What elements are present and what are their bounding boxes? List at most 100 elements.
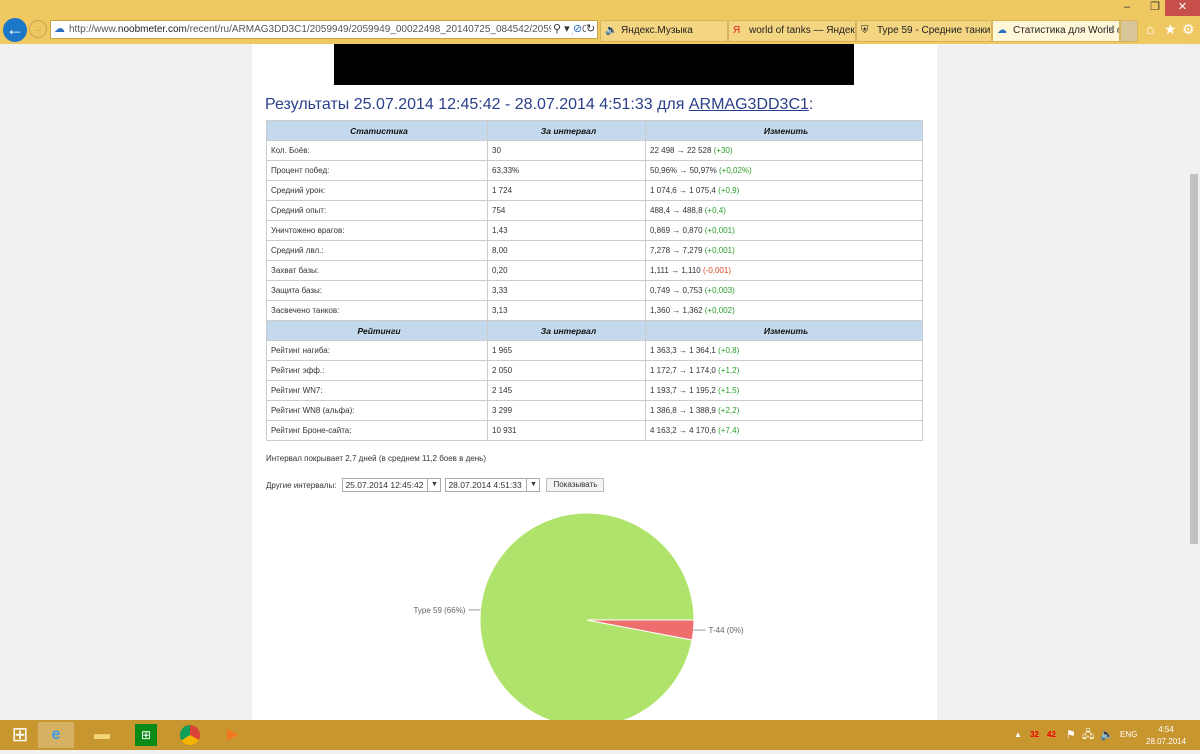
show-hidden-icons[interactable]: ▲ [1014,720,1022,750]
delta-value: (+0,02%) [718,166,752,175]
stat-label: Рейтинг эфф.: [266,360,488,381]
close-window-button[interactable]: ✕ [1165,0,1200,16]
to-value: 1 364,1 [689,346,716,355]
to-value: 1,362 [682,306,703,315]
change-cell: 1 074,6 → 1 075,4 (+0,9) [645,180,923,201]
delta-value: (+0,002) [704,306,735,315]
store-icon[interactable]: ⊞ [135,724,157,746]
player-link[interactable]: ARMAG3DD3C1 [689,96,809,113]
to-value: 50,97% [689,166,717,175]
stat-label: Рейтинг Броне-сайта: [266,420,488,441]
close-tab-icon[interactable]: ✕ [1108,21,1116,41]
stat-label: Рейтинг нагиба: [266,340,488,361]
table-header-row: Статистика За интервал Изменить [266,120,923,141]
change-cell: 1 193,7 → 1 195,2 (+1,5) [645,380,923,401]
arrow-icon: → [672,306,681,315]
table-row: Рейтинг нагиба: 1 965 1 363,3 → 1 364,1 (+… [266,340,923,361]
file-explorer-icon[interactable]: ▬ [84,722,120,748]
table-row: Средний урон: 1 724 1 074,6 → 1 075,4 (+0,… [266,180,923,201]
tab-label: Статистика для World o... [1013,25,1120,36]
stats-table: Статистика За интервал Изменить Кол. Боёв: 3… [266,120,923,441]
settings-gear-icon[interactable]: ⚙ [1182,21,1195,38]
address-bar[interactable]: ☁ http://www.noobmeter.com/recent/ru/ARM… [50,20,598,39]
favorites-star-icon[interactable]: ★ [1164,21,1177,38]
chevron-down-icon: ▼ [427,479,440,491]
delta-value: (+0,9) [718,186,740,195]
interval-value: 1,43 [487,220,646,241]
minimize-button[interactable]: – [1112,0,1142,16]
tray-counter-2[interactable]: 42 [1047,720,1056,750]
from-value: 0,749 [650,286,671,295]
network-icon[interactable]: 🖧 [1082,720,1094,750]
column-header: Изменить [645,320,923,341]
delta-value: (+0,001) [704,226,735,235]
noobmeter-icon: ☁ [997,25,1007,36]
table-row: Рейтинг WN8 (альфа): 3 299 1 386,8 → 1 388… [266,400,923,421]
media-player-icon[interactable]: ▶ [215,722,251,748]
page-title: Результаты 25.07.2014 12:45:42 - 28.07.2… [265,96,813,114]
change-cell: 488,4 → 488,8 (+0,4) [645,200,923,221]
internet-explorer-icon[interactable]: e [38,722,74,748]
from-value: 7,278 [650,246,671,255]
clock-date: 28.07.2014 [1146,737,1187,746]
to-date-select[interactable]: 28.07.2014 4:51:33 ▼ [445,478,541,492]
home-icon[interactable]: ⌂ [1146,21,1154,37]
interval-value: 3 299 [487,400,646,421]
to-date-value: 28.07.2014 4:51:33 [448,480,522,490]
table-row: Кол. Боёв: 30 22 498 → 22 528 (+30) [266,140,923,161]
forward-button[interactable]: → [29,20,47,38]
table-header-row: Рейтинги За интервал Изменить [266,320,923,341]
clock[interactable]: 4:54 28.07.2014 [1146,724,1186,748]
delta-value: (+2,2) [718,406,740,415]
wot-icon: ⛨ [861,25,869,36]
column-header: Статистика [266,120,488,141]
change-cell: 1,360 → 1,362 (+0,002) [645,300,923,321]
title-colon: : [808,96,814,113]
from-value: 1,360 [650,306,671,315]
interval-value: 1 724 [487,180,646,201]
windows-start-icon[interactable]: ⊞ [2,722,38,748]
to-value: 488,8 [682,206,703,215]
change-cell: 0,749 → 0,753 (+0,003) [645,280,923,301]
arrow-icon: → [678,406,687,415]
stat-label: Кол. Боёв: [266,140,488,161]
column-header: Рейтинги [266,320,488,341]
taskbar: ⊞ e ▬ ⊞ ▶ ▲ 32 42 ⚑ 🖧 🔈 ENG 4:54 28.07.20… [0,720,1200,750]
url-prefix: http://www. [69,24,118,35]
tab-type59[interactable]: ⛨ Type 59 - Средние танки - ... [856,20,992,42]
change-cell: 0,869 → 0,870 (+0,001) [645,220,923,241]
from-date-value: 25.07.2014 12:45:42 [345,480,424,490]
to-value: 4 170,6 [689,426,716,435]
delta-value: (+0,4) [704,206,726,215]
search-icon[interactable]: ⚲ ▾ [551,21,572,38]
interval-value: 2 145 [487,380,646,401]
show-button[interactable]: Показывать [546,478,605,492]
vertical-scrollbar[interactable] [1188,44,1200,720]
tab-statistics[interactable]: ☁ Статистика для World o... ✕ [992,20,1120,42]
interval-value: 3,33 [487,280,646,301]
refresh-icon[interactable]: ↻ [586,21,597,38]
stat-label: Уничтожено врагов: [266,220,488,241]
tray-counter-1[interactable]: 32 [1030,720,1039,750]
stop-icon[interactable]: ⊘ [573,21,583,38]
stat-label: Рейтинг WN8 (альфа): [266,400,488,421]
tab-yandex-search[interactable]: Яworld of tanks — Яндекс: н... [728,20,856,42]
pie-slice-type-59[interactable] [479,512,695,720]
table-row: Средний опыт: 754 488,4 → 488,8 (+0,4) [266,200,923,221]
to-value: 1 174,0 [689,366,716,375]
scrollbar-thumb[interactable] [1190,174,1198,544]
from-date-select[interactable]: 25.07.2014 12:45:42 ▼ [342,478,442,492]
language-indicator[interactable]: ENG [1120,720,1137,750]
column-header: Изменить [645,120,923,141]
interval-value: 10 931 [487,420,646,441]
title-text: Результаты 25.07.2014 12:45:42 - 28.07.2… [265,96,689,113]
tab-yandex-music[interactable]: 🔈 Яндекс.Музыка [600,20,728,42]
action-center-flag-icon[interactable]: ⚑ [1066,720,1076,750]
from-value: 488,4 [650,206,671,215]
back-button[interactable]: ← [3,18,27,42]
volume-icon[interactable]: 🔈 [1100,720,1114,750]
new-tab-button[interactable] [1120,20,1138,42]
tab-label: Яндекс.Музыка [621,25,693,36]
arrow-icon: → [672,246,681,255]
chrome-icon[interactable] [172,722,208,748]
